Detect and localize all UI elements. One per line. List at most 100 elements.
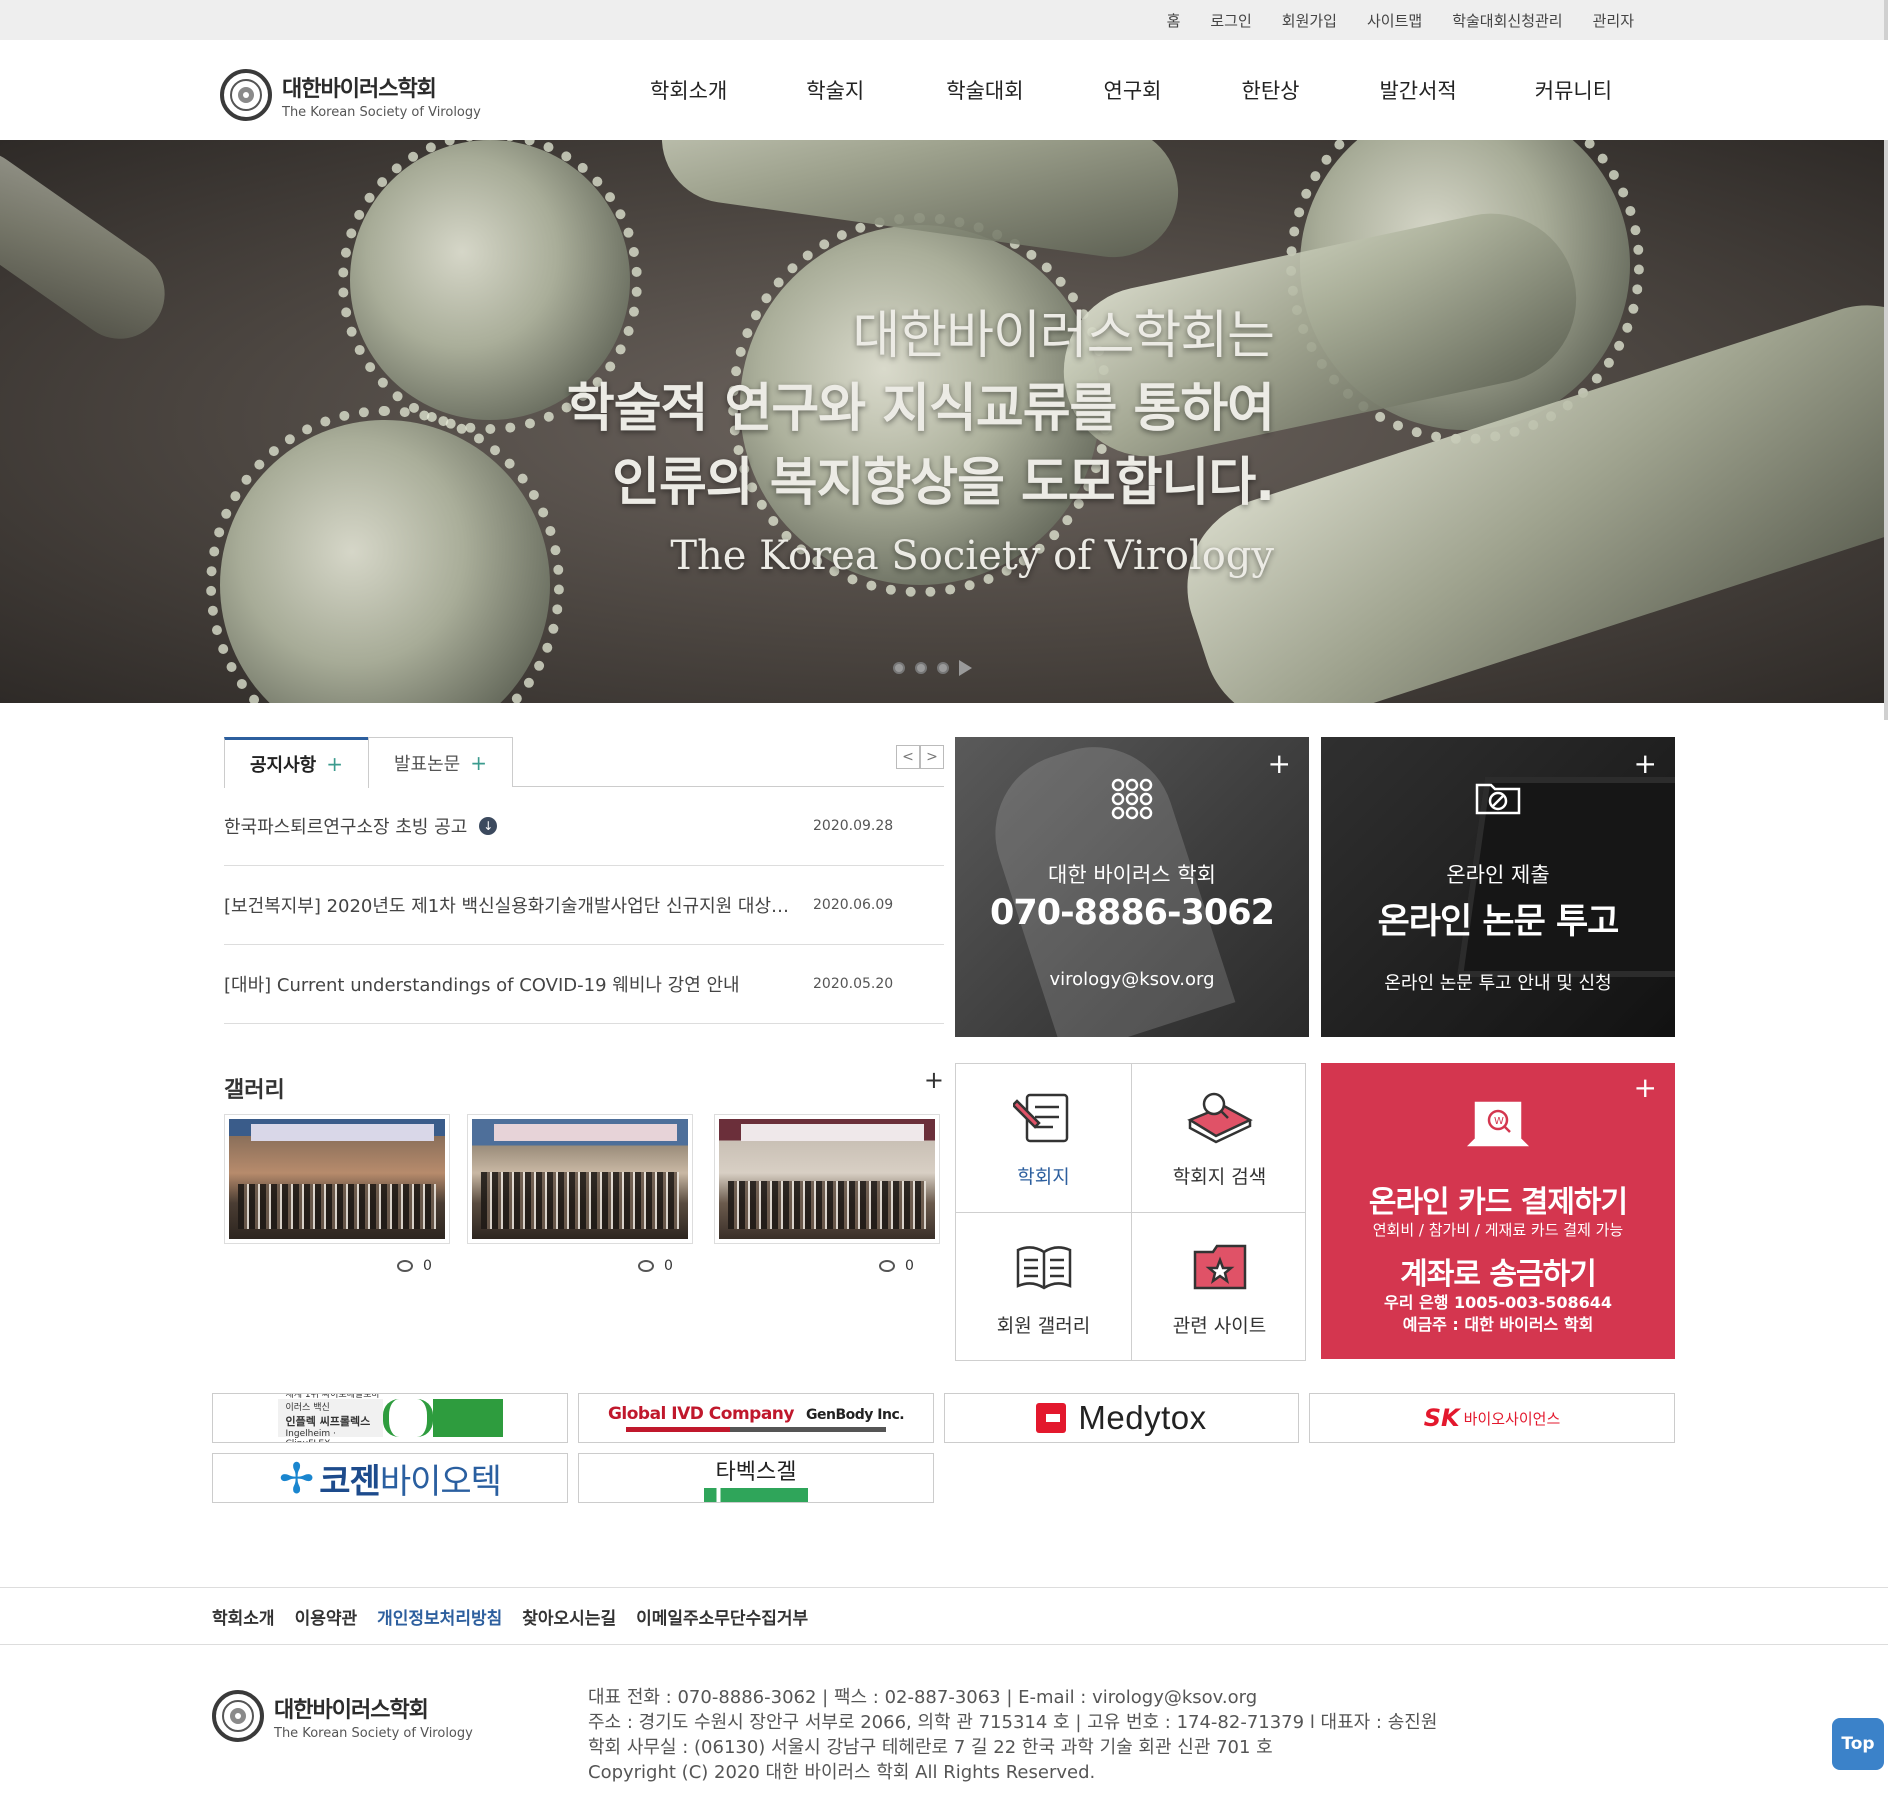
footer-link-about[interactable]: 학회소개: [212, 1604, 275, 1629]
shortcut-journal[interactable]: 학회지: [956, 1064, 1131, 1212]
util-login-link[interactable]: 로그인: [1210, 10, 1251, 31]
hero-line-2: 학술적 연구와 지식교류를 통하여: [566, 379, 1275, 439]
slide-dot[interactable]: [937, 662, 949, 674]
shortcut-related-sites[interactable]: 관련 사이트: [1132, 1213, 1307, 1361]
footer-contact-line: 대표 전화 : 070-8886-3062 | 팩스 : 02-887-3063…: [588, 1687, 1258, 1708]
scroll-top-button[interactable]: Top: [1832, 1718, 1884, 1770]
notice-title[interactable]: 한국파스퇴르연구소장 초빙 공고: [224, 813, 467, 839]
shortcut-related-sites-label: 관련 사이트: [1172, 1315, 1267, 1337]
online-submission-box[interactable]: + 온라인 제출 온라인 논문 투고 온라인 논문 투고 안내 및 신청: [1321, 737, 1675, 1037]
notice-tabs: 공지사항 + 발표논문 + < >: [224, 737, 944, 788]
comment-icon: [638, 1260, 654, 1272]
slide-dot[interactable]: [915, 662, 927, 674]
notice-row[interactable]: 한국파스퇴르연구소장 초빙 공고 ↓ 2020.09.28: [224, 787, 944, 866]
notice-row[interactable]: [대바] Current understandings of COVID-19 …: [224, 945, 944, 1024]
sponsor-logo-genbody: Global IVD Company GenBody Inc.: [608, 1404, 905, 1432]
comment-count: 0: [397, 1258, 432, 1274]
footer-address-line: 주소 : 경기도 수원시 장안구 서부로 2066, 의학 관 715314 호…: [588, 1712, 1438, 1733]
sponsor-banner-vaccine[interactable]: 세계 1위 싸이토메갈로바이러스 백신 인플렉 씨프롤렉스 Ingelheim …: [212, 1393, 568, 1443]
footer-logo[interactable]: 대한바이러스학회 The Korean Society of Virology: [212, 1690, 473, 1742]
event-banner: [493, 1123, 678, 1141]
search-book-icon: [1184, 1088, 1256, 1148]
tab-papers-label: 발표논문: [393, 753, 461, 775]
event-banner: [250, 1123, 435, 1141]
comment-icon: [397, 1260, 413, 1272]
tab-notices-label: 공지사항: [249, 755, 317, 776]
shortcut-member-gallery[interactable]: 회원 갤러리: [956, 1213, 1131, 1361]
nav-about[interactable]: 학회소개: [650, 75, 727, 105]
nav-journal[interactable]: 학술지: [806, 75, 864, 105]
logo-korean-name: 대한바이러스학회: [282, 76, 437, 102]
comment-count: 0: [638, 1258, 673, 1274]
plus-icon[interactable]: +: [1268, 747, 1291, 780]
submission-label: 온라인 제출: [1446, 863, 1550, 887]
footer-link-directions[interactable]: 찾아오시는길: [522, 1604, 616, 1629]
tab-papers[interactable]: 발표논문 +: [368, 737, 513, 787]
download-icon[interactable]: ↓: [479, 817, 498, 835]
gallery-thumb[interactable]: [467, 1114, 693, 1244]
notice-title[interactable]: [대바] Current understandings of COVID-19 …: [224, 971, 804, 997]
notice-row[interactable]: [보건복지부] 2020년도 제1차 백신실용화기술개발사업단 신규지원 대상과…: [224, 866, 944, 945]
gallery-thumb[interactable]: [224, 1114, 450, 1244]
comment-icon: [879, 1260, 895, 1272]
gallery-thumb[interactable]: [714, 1114, 940, 1244]
plus-icon[interactable]: +: [470, 751, 487, 775]
nav-publications[interactable]: 발간서적: [1379, 75, 1456, 105]
gallery-title: 갤러리: [224, 1078, 285, 1103]
footer-office-line: 학회 사무실 : (06130) 서울시 강남구 테헤란로 7 길 22 한국 …: [588, 1737, 1273, 1758]
card-payment-sub: 연회비 / 참가비 / 게재료 카드 결제 가능: [1372, 1221, 1624, 1239]
tab-notices[interactable]: 공지사항 +: [224, 737, 369, 788]
site-header: 대한바이러스학회 The Korean Society of Virology …: [0, 40, 1888, 140]
open-book-icon: [1012, 1237, 1076, 1297]
gallery-section: 갤러리 + 0 0 0: [224, 1066, 944, 1274]
notice-board: 공지사항 + 발표논문 + < > 한국파스퇴르연구소장 초빙 공고 ↓ 202…: [224, 737, 944, 1024]
sponsor-banner-genbody[interactable]: Global IVD Company GenBody Inc.: [578, 1393, 934, 1443]
next-arrow-icon[interactable]: >: [920, 745, 944, 769]
util-conference-admin-link[interactable]: 학술대회신청관리: [1452, 10, 1562, 31]
plus-icon[interactable]: +: [1634, 1071, 1657, 1104]
footer-link-privacy[interactable]: 개인정보처리방침: [377, 1604, 502, 1629]
shortcut-journal-label: 학회지: [1017, 1166, 1070, 1188]
site-logo[interactable]: 대한바이러스학회 The Korean Society of Virology: [220, 69, 481, 121]
slide-dot[interactable]: [893, 662, 905, 674]
nav-hantaan-award[interactable]: 한탄상: [1242, 75, 1300, 105]
prev-arrow-icon[interactable]: <: [896, 745, 920, 769]
nav-study-groups[interactable]: 연구회: [1104, 75, 1162, 105]
footer-link-terms[interactable]: 이용약관: [295, 1604, 358, 1629]
sponsor-banner-tabex[interactable]: 타벡스겔: [578, 1453, 934, 1503]
notice-date: 2020.06.09: [813, 897, 894, 913]
nav-conference[interactable]: 학술대회: [946, 75, 1023, 105]
contact-email[interactable]: virology@ksov.org: [955, 969, 1309, 990]
gallery-photo: [229, 1119, 445, 1239]
journal-icon: [1012, 1088, 1075, 1148]
sponsor-banner-sk[interactable]: SK 바이오사이언스: [1309, 1393, 1675, 1443]
util-sitemap-link[interactable]: 사이트맵: [1367, 10, 1422, 31]
submission-title: 온라인 논문 투고: [1377, 902, 1620, 942]
nav-community[interactable]: 커뮤니티: [1535, 75, 1612, 105]
sponsor-banner-kogene[interactable]: ✢ 코젠 바이오텍: [212, 1453, 568, 1503]
play-icon[interactable]: [959, 660, 972, 676]
notice-title[interactable]: [보건복지부] 2020년도 제1차 백신실용화기술개발사업단 신규지원 대상과…: [224, 892, 804, 918]
plus-icon[interactable]: +: [326, 752, 343, 776]
shortcut-journal-search[interactable]: 학회지 검색: [1132, 1064, 1307, 1212]
gallery-photo: [719, 1119, 935, 1239]
hero-line-4: The Korea Society of Virology: [670, 533, 1274, 579]
payment-box[interactable]: + W 온라인 카드 결제하기 연회비 / 참가비 / 게재료 카드 결제 가능…: [1321, 1063, 1675, 1359]
footer-link-email-policy[interactable]: 이메일주소무단수집거부: [636, 1604, 808, 1629]
util-home-link[interactable]: 홈: [1167, 10, 1181, 31]
util-admin-link[interactable]: 관리자: [1593, 10, 1634, 31]
plus-icon[interactable]: +: [1634, 747, 1657, 780]
contact-box[interactable]: + 대한 바이러스 학회 070-8886-3062 virology@ksov…: [955, 737, 1309, 1037]
utility-bar: 홈 로그인 회원가입 사이트맵 학술대회신청관리 관리자: [0, 0, 1888, 40]
util-signup-link[interactable]: 회원가입: [1282, 10, 1337, 31]
plus-icon[interactable]: +: [924, 1066, 944, 1094]
sponsor-banner-medytox[interactable]: Medytox: [944, 1393, 1299, 1443]
bacteria-rod-illustration: [0, 140, 183, 357]
svg-text:W: W: [1494, 1116, 1504, 1127]
sponsor-logo-medytox: Medytox: [1036, 1399, 1206, 1437]
hero-line-1: 대한바이러스학회는: [852, 306, 1275, 366]
bank-account: 우리 은행 1005-003-508644: [1383, 1293, 1613, 1312]
sponsor-logo-tabex: 타벡스겔: [704, 1454, 808, 1502]
main-nav: 학회소개 학술지 학술대회 연구회 한탄상 발간서적 커뮤니티: [650, 40, 1612, 140]
shortcut-member-gallery-label: 회원 갤러리: [996, 1315, 1091, 1337]
